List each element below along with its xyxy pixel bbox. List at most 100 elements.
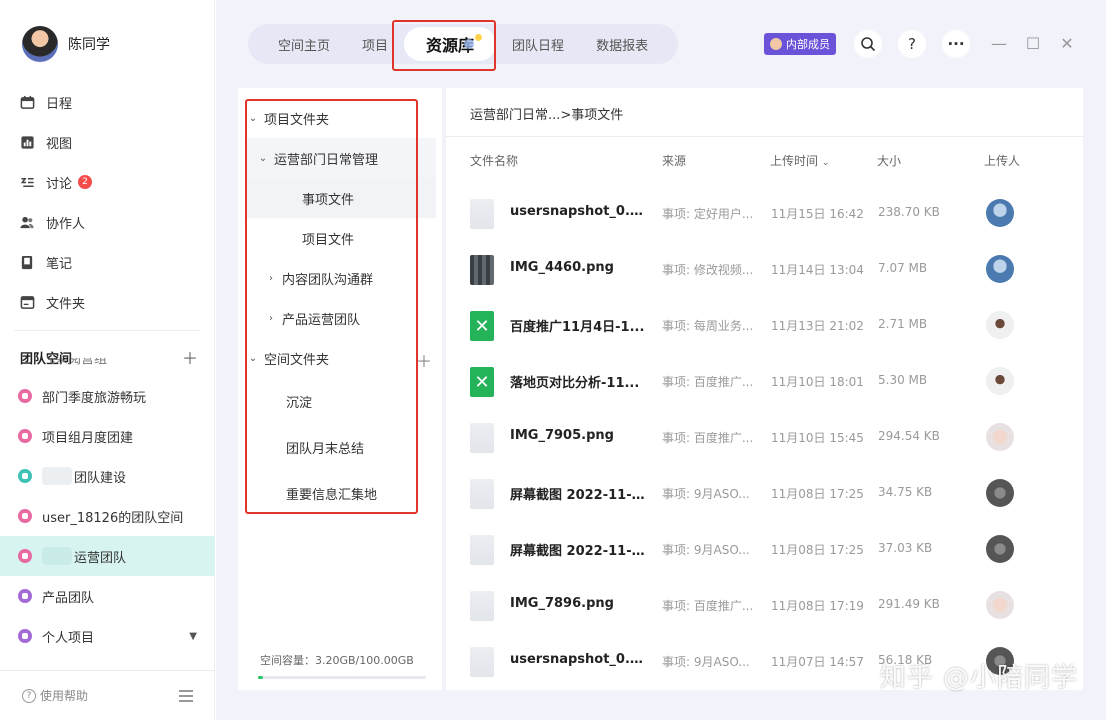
file-source[interactable]: 事项: 9月ASO... (662, 541, 760, 558)
uploader-avatar[interactable] (986, 367, 1014, 395)
file-row[interactable]: ✕ 百度推广11月4日-1... 事项: 每周业务... 11月13日 21:02 2.… (446, 297, 1083, 353)
search-icon (861, 37, 876, 52)
file-row[interactable]: 屏幕截图 2022-11-... 事项: 9月ASO... 11月08日 17:25… (446, 465, 1083, 521)
file-upload-time: 11月10日 18:01 (771, 375, 864, 389)
file-source[interactable]: 事项: 定好用户... (662, 205, 760, 222)
team-label: 产品团队 (42, 590, 95, 606)
maximize-icon[interactable]: ☐ (1024, 34, 1042, 53)
tab-team-schedule[interactable]: 团队日程 (496, 24, 580, 64)
file-row[interactable]: IMG_7896.png 事项: 百度推广... 11月08日 17:19 291.4… (446, 577, 1083, 633)
breadcrumb[interactable]: 运营部门日常...>事项文件 (470, 104, 623, 123)
more-button[interactable]: ··· (942, 30, 970, 58)
annotation-highlight (392, 20, 496, 71)
uploader-avatar[interactable] (986, 255, 1014, 283)
more-icon: ··· (947, 35, 965, 53)
storage-bar (258, 676, 426, 679)
column-uploader[interactable]: 上传人 (984, 152, 1064, 169)
sort-down-icon: ⌄ (821, 158, 830, 168)
sidebar-footer: ? 使用帮助 (0, 670, 215, 720)
storage-bar-fill (258, 676, 264, 679)
team-item[interactable]: 产品团队 (0, 576, 215, 616)
chart-icon (18, 133, 36, 151)
team-item-partial[interactable]: 飞浆阅营组 (0, 358, 215, 376)
watermark: 知乎 @小陪同学 (879, 663, 1078, 693)
uploader-avatar[interactable] (986, 591, 1014, 619)
column-name[interactable]: 文件名称 (470, 152, 620, 169)
file-source[interactable]: 事项: 修改视频... (662, 261, 760, 278)
file-upload-time: 11月13日 21:02 (771, 319, 864, 333)
file-name[interactable]: 屏幕截图 2022-11-... (510, 540, 646, 559)
file-source[interactable]: 事项: 9月ASO... (662, 485, 760, 502)
file-name[interactable]: usersnapshot_0.7... (510, 204, 646, 219)
team-label: 运营团队 (74, 550, 127, 566)
uploader-avatar[interactable] (986, 423, 1014, 451)
tab-reports[interactable]: 数据报表 (580, 24, 664, 64)
help-button[interactable]: ? (898, 30, 926, 58)
member-tag-label: 内部成员 (786, 38, 830, 51)
team-item[interactable]: 部门季度旅游畅玩 (0, 376, 215, 416)
nav-item-collaborators[interactable]: 协作人 (0, 202, 215, 242)
help-label: 使用帮助 (40, 689, 89, 703)
file-name[interactable]: IMG_4460.png (510, 260, 646, 275)
team-item-active[interactable]: 运营团队 (0, 536, 215, 576)
column-size[interactable]: 大小 (877, 152, 967, 169)
file-row[interactable]: ✕ 落地页对比分析-11... 事项: 百度推广... 11月10日 18:01 5.3… (446, 353, 1083, 409)
main-nav: 日程 视图 讨论 2 协作人 笔记 文件夹 (0, 82, 215, 322)
team-label: 团队建设 (74, 470, 127, 486)
file-source[interactable]: 事项: 百度推广... (662, 597, 760, 614)
chevron-down-icon[interactable]: ▼ (189, 631, 197, 642)
file-size: 2.71 MB (878, 317, 928, 331)
add-folder-icon[interactable]: ＋ (416, 348, 432, 372)
uploader-avatar[interactable] (986, 311, 1014, 339)
avatar[interactable] (22, 26, 58, 62)
file-row[interactable]: usersnapshot_0.7... 事项: 定好用户... 11月15日 16:… (446, 185, 1083, 241)
minimize-icon[interactable]: — (990, 34, 1008, 53)
file-source[interactable]: 事项: 百度推广... (662, 429, 760, 446)
nav-item-discussion[interactable]: 讨论 2 (0, 162, 215, 202)
file-name[interactable]: IMG_7896.png (510, 596, 646, 611)
nav-item-folders[interactable]: 文件夹 (0, 282, 215, 322)
nav-label: 日程 (46, 96, 73, 112)
calendar-icon (18, 93, 36, 111)
search-button[interactable] (854, 30, 882, 58)
nav-item-notes[interactable]: 笔记 (0, 242, 215, 282)
column-upload-time[interactable]: 上传时间 ⌄ (770, 152, 870, 169)
team-icon (18, 509, 32, 523)
team-icon (18, 589, 32, 603)
help-link[interactable]: ? 使用帮助 (22, 687, 88, 704)
team-icon (18, 469, 32, 483)
unread-badge: 2 (78, 175, 93, 189)
file-row[interactable]: 屏幕截图 2022-11-... 事项: 9月ASO... 11月08日 17:25… (446, 521, 1083, 577)
member-tag[interactable]: 内部成员 (764, 33, 836, 55)
file-name[interactable]: 落地页对比分析-11... (510, 372, 646, 391)
team-item[interactable]: 团队建设 (0, 456, 215, 496)
nav-item-view[interactable]: 视图 (0, 122, 215, 162)
team-item[interactable]: 项目组月度团建 (0, 416, 215, 456)
file-name[interactable]: IMG_7905.png (510, 428, 646, 443)
file-name[interactable]: 百度推广11月4日-1... (510, 316, 646, 335)
folder-icon (18, 293, 36, 311)
file-source[interactable]: 事项: 9月ASO... (662, 653, 760, 670)
file-source[interactable]: 事项: 每周业务... (662, 317, 760, 334)
file-row[interactable]: IMG_4460.png 事项: 修改视频... 11月14日 13:04 7.07 … (446, 241, 1083, 297)
team-item[interactable]: 个人项目 ▼ (0, 616, 215, 656)
close-icon[interactable]: ✕ (1058, 34, 1076, 53)
file-name[interactable]: 屏幕截图 2022-11-... (510, 484, 646, 503)
uploader-avatar[interactable] (986, 479, 1014, 507)
file-source[interactable]: 事项: 百度推广... (662, 373, 760, 390)
file-thumbnail (470, 255, 494, 285)
user-profile[interactable]: 陈同学 (22, 26, 110, 62)
file-row[interactable]: IMG_7905.png 事项: 百度推广... 11月10日 15:45 294.5… (446, 409, 1083, 465)
column-source[interactable]: 来源 (662, 152, 760, 169)
team-item[interactable]: user_18126的团队空间 (0, 496, 215, 536)
file-thumbnail (470, 535, 494, 565)
uploader-avatar[interactable] (986, 535, 1014, 563)
team-icon (18, 549, 32, 563)
nav-label: 文件夹 (46, 296, 86, 312)
menu-icon[interactable] (179, 689, 193, 702)
file-list: usersnapshot_0.7... 事项: 定好用户... 11月15日 16:… (446, 185, 1083, 689)
nav-item-schedule[interactable]: 日程 (0, 82, 215, 122)
uploader-avatar[interactable] (986, 199, 1014, 227)
file-name[interactable]: usersnapshot_0.6... (510, 652, 646, 667)
tab-space-home[interactable]: 空间主页 (262, 24, 346, 64)
